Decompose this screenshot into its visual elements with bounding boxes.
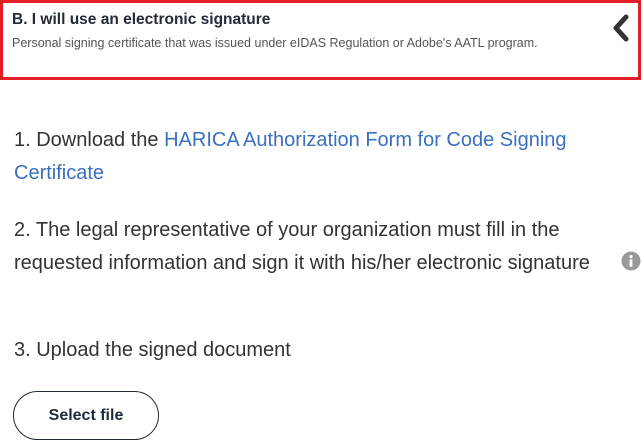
step-upload: 3. Upload the signed document [14,339,291,361]
signature-option-header[interactable]: B. I will use an electronic signature Pe… [0,0,641,80]
option-description: Personal signing certificate that was is… [12,36,538,50]
info-icon[interactable] [621,251,641,271]
option-title: B. I will use an electronic signature [12,11,271,28]
step-sign: 2. The legal representative of your orga… [14,219,590,274]
step-download: 1. Download the HARICA Authorization For… [14,124,604,189]
step-download-text: 1. Download the [14,129,165,151]
chevron-left-icon[interactable] [610,13,632,43]
select-file-button[interactable]: Select file [13,391,159,440]
